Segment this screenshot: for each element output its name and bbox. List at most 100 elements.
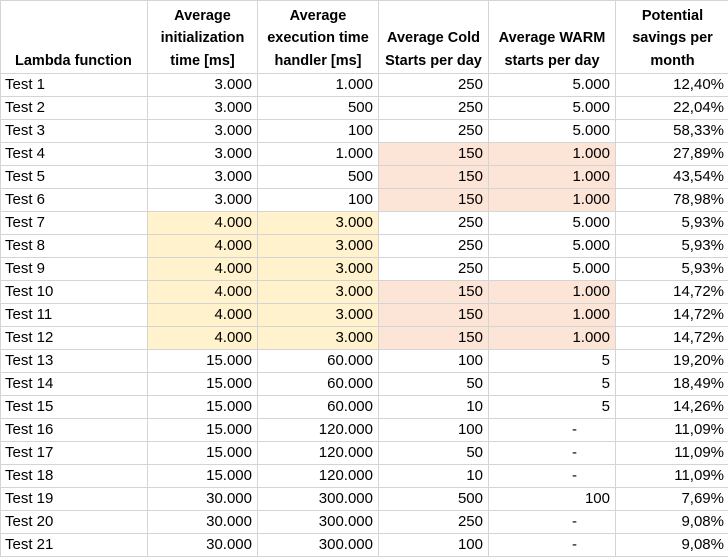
cell-cold-starts[interactable]: 250 [378, 119, 489, 143]
cell-lambda-function[interactable]: Test 18 [0, 464, 148, 488]
header-avg-cold-starts[interactable]: Average Cold Starts per day [378, 0, 489, 74]
cell-lambda-function[interactable]: Test 16 [0, 418, 148, 442]
cell-init-time[interactable]: 4.000 [147, 326, 258, 350]
cell-warm-starts[interactable]: 5.000 [488, 73, 616, 97]
cell-lambda-function[interactable]: Test 19 [0, 487, 148, 511]
cell-lambda-function[interactable]: Test 11 [0, 303, 148, 327]
cell-warm-starts[interactable]: 1.000 [488, 188, 616, 212]
cell-cold-starts[interactable]: 150 [378, 142, 489, 166]
cell-savings[interactable]: 22,04% [615, 96, 728, 120]
cell-lambda-function[interactable]: Test 5 [0, 165, 148, 189]
cell-savings[interactable]: 18,49% [615, 372, 728, 396]
cell-exec-time[interactable]: 3.000 [257, 326, 379, 350]
cell-lambda-function[interactable]: Test 1 [0, 73, 148, 97]
cell-warm-starts[interactable]: 5 [488, 349, 616, 373]
cell-exec-time[interactable]: 3.000 [257, 234, 379, 258]
cell-init-time[interactable]: 4.000 [147, 257, 258, 281]
cell-cold-starts[interactable]: 250 [378, 234, 489, 258]
cell-warm-starts[interactable]: 5 [488, 372, 616, 396]
cell-cold-starts[interactable]: 150 [378, 165, 489, 189]
cell-exec-time[interactable]: 100 [257, 188, 379, 212]
cell-exec-time[interactable]: 120.000 [257, 464, 379, 488]
cell-lambda-function[interactable]: Test 9 [0, 257, 148, 281]
cell-init-time[interactable]: 4.000 [147, 303, 258, 327]
cell-exec-time[interactable]: 300.000 [257, 533, 379, 557]
cell-init-time[interactable]: 4.000 [147, 234, 258, 258]
cell-savings[interactable]: 14,72% [615, 280, 728, 304]
cell-savings[interactable]: 58,33% [615, 119, 728, 143]
cell-init-time[interactable]: 30.000 [147, 533, 258, 557]
cell-exec-time[interactable]: 3.000 [257, 280, 379, 304]
header-potential-savings[interactable]: Potential savings per month [615, 0, 728, 74]
cell-cold-starts[interactable]: 250 [378, 510, 489, 534]
cell-exec-time[interactable]: 1.000 [257, 142, 379, 166]
cell-warm-starts[interactable]: 1.000 [488, 326, 616, 350]
cell-cold-starts[interactable]: 250 [378, 257, 489, 281]
cell-warm-starts[interactable]: - [488, 441, 616, 465]
cell-lambda-function[interactable]: Test 10 [0, 280, 148, 304]
cell-warm-starts[interactable]: 1.000 [488, 165, 616, 189]
cell-warm-starts[interactable]: 1.000 [488, 280, 616, 304]
cell-exec-time[interactable]: 1.000 [257, 73, 379, 97]
cell-savings[interactable]: 78,98% [615, 188, 728, 212]
cell-init-time[interactable]: 3.000 [147, 96, 258, 120]
header-lambda-function[interactable]: Lambda function [0, 0, 148, 74]
header-avg-exec-time[interactable]: Average execution time handler [ms] [257, 0, 379, 74]
cell-savings[interactable]: 5,93% [615, 211, 728, 235]
cell-init-time[interactable]: 3.000 [147, 188, 258, 212]
cell-savings[interactable]: 11,09% [615, 418, 728, 442]
cell-exec-time[interactable]: 60.000 [257, 349, 379, 373]
cell-warm-starts[interactable]: - [488, 533, 616, 557]
cell-exec-time[interactable]: 60.000 [257, 372, 379, 396]
cell-savings[interactable]: 9,08% [615, 510, 728, 534]
cell-lambda-function[interactable]: Test 8 [0, 234, 148, 258]
cell-lambda-function[interactable]: Test 12 [0, 326, 148, 350]
cell-lambda-function[interactable]: Test 2 [0, 96, 148, 120]
cell-init-time[interactable]: 3.000 [147, 142, 258, 166]
cell-init-time[interactable]: 4.000 [147, 211, 258, 235]
cell-warm-starts[interactable]: 5.000 [488, 211, 616, 235]
cell-savings[interactable]: 5,93% [615, 257, 728, 281]
cell-cold-starts[interactable]: 10 [378, 464, 489, 488]
cell-exec-time[interactable]: 3.000 [257, 257, 379, 281]
cell-savings[interactable]: 43,54% [615, 165, 728, 189]
cell-lambda-function[interactable]: Test 4 [0, 142, 148, 166]
cell-exec-time[interactable]: 500 [257, 165, 379, 189]
cell-exec-time[interactable]: 100 [257, 119, 379, 143]
cell-init-time[interactable]: 15.000 [147, 418, 258, 442]
cell-cold-starts[interactable]: 250 [378, 73, 489, 97]
cell-cold-starts[interactable]: 100 [378, 533, 489, 557]
cell-exec-time[interactable]: 120.000 [257, 418, 379, 442]
cell-exec-time[interactable]: 120.000 [257, 441, 379, 465]
cell-savings[interactable]: 7,69% [615, 487, 728, 511]
cell-lambda-function[interactable]: Test 13 [0, 349, 148, 373]
cell-warm-starts[interactable]: 100 [488, 487, 616, 511]
cell-lambda-function[interactable]: Test 17 [0, 441, 148, 465]
cell-cold-starts[interactable]: 100 [378, 418, 489, 442]
cell-init-time[interactable]: 3.000 [147, 165, 258, 189]
cell-cold-starts[interactable]: 150 [378, 326, 489, 350]
cell-warm-starts[interactable]: 1.000 [488, 303, 616, 327]
cell-init-time[interactable]: 3.000 [147, 73, 258, 97]
cell-init-time[interactable]: 30.000 [147, 487, 258, 511]
cell-init-time[interactable]: 30.000 [147, 510, 258, 534]
cell-init-time[interactable]: 15.000 [147, 441, 258, 465]
cell-exec-time[interactable]: 300.000 [257, 510, 379, 534]
cell-savings[interactable]: 14,72% [615, 303, 728, 327]
cell-cold-starts[interactable]: 150 [378, 188, 489, 212]
cell-cold-starts[interactable]: 50 [378, 441, 489, 465]
cell-savings[interactable]: 9,08% [615, 533, 728, 557]
cell-exec-time[interactable]: 500 [257, 96, 379, 120]
cell-init-time[interactable]: 4.000 [147, 280, 258, 304]
cell-savings[interactable]: 11,09% [615, 441, 728, 465]
cell-savings[interactable]: 19,20% [615, 349, 728, 373]
cell-savings[interactable]: 14,26% [615, 395, 728, 419]
cell-lambda-function[interactable]: Test 14 [0, 372, 148, 396]
cell-warm-starts[interactable]: 5 [488, 395, 616, 419]
cell-exec-time[interactable]: 3.000 [257, 211, 379, 235]
cell-cold-starts[interactable]: 250 [378, 96, 489, 120]
cell-cold-starts[interactable]: 10 [378, 395, 489, 419]
cell-savings[interactable]: 27,89% [615, 142, 728, 166]
cell-init-time[interactable]: 15.000 [147, 372, 258, 396]
cell-savings[interactable]: 11,09% [615, 464, 728, 488]
